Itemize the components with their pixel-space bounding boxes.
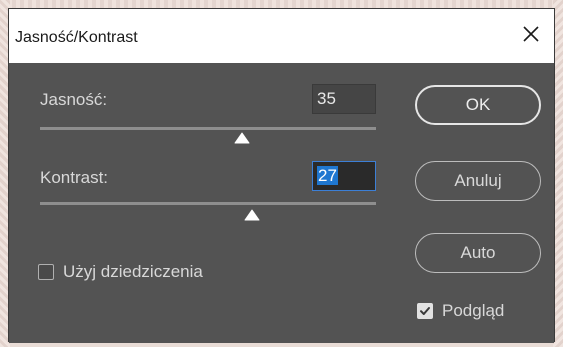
brightness-contrast-dialog: Jasność/Kontrast Jasność: 35 Kontrast: 2… [8,8,555,343]
checkmark-icon [419,305,431,317]
contrast-label: Kontrast: [40,168,109,187]
contrast-input[interactable]: 27 [312,161,376,191]
use-legacy-label: Użyj dziedziczenia [63,262,203,281]
contrast-slider-track[interactable] [40,202,376,205]
cancel-button[interactable]: Anuluj [415,161,541,201]
brightness-value: 35 [317,89,336,108]
background-top [0,0,563,8]
preview-label: Podgląd [442,301,505,320]
brightness-slider-track[interactable] [40,127,376,130]
use-legacy-option[interactable]: Użyj dziedziczenia [38,262,203,282]
use-legacy-checkbox[interactable] [38,264,54,280]
auto-button[interactable]: Auto [415,233,541,273]
preview-option[interactable]: Podgląd [417,301,504,321]
brightness-label: Jasność: [40,90,108,109]
preview-checkbox[interactable] [417,303,433,319]
close-button[interactable] [508,9,554,63]
brightness-input[interactable]: 35 [312,84,376,114]
contrast-value: 27 [317,166,338,185]
dialog-content: Jasność: 35 Kontrast: 27 OK Anuluj Auto [9,63,554,343]
close-x-icon [522,25,540,48]
title-bar[interactable]: Jasność/Kontrast [9,9,554,63]
ok-button[interactable]: OK [415,85,541,125]
dialog-title: Jasność/Kontrast [15,29,138,46]
